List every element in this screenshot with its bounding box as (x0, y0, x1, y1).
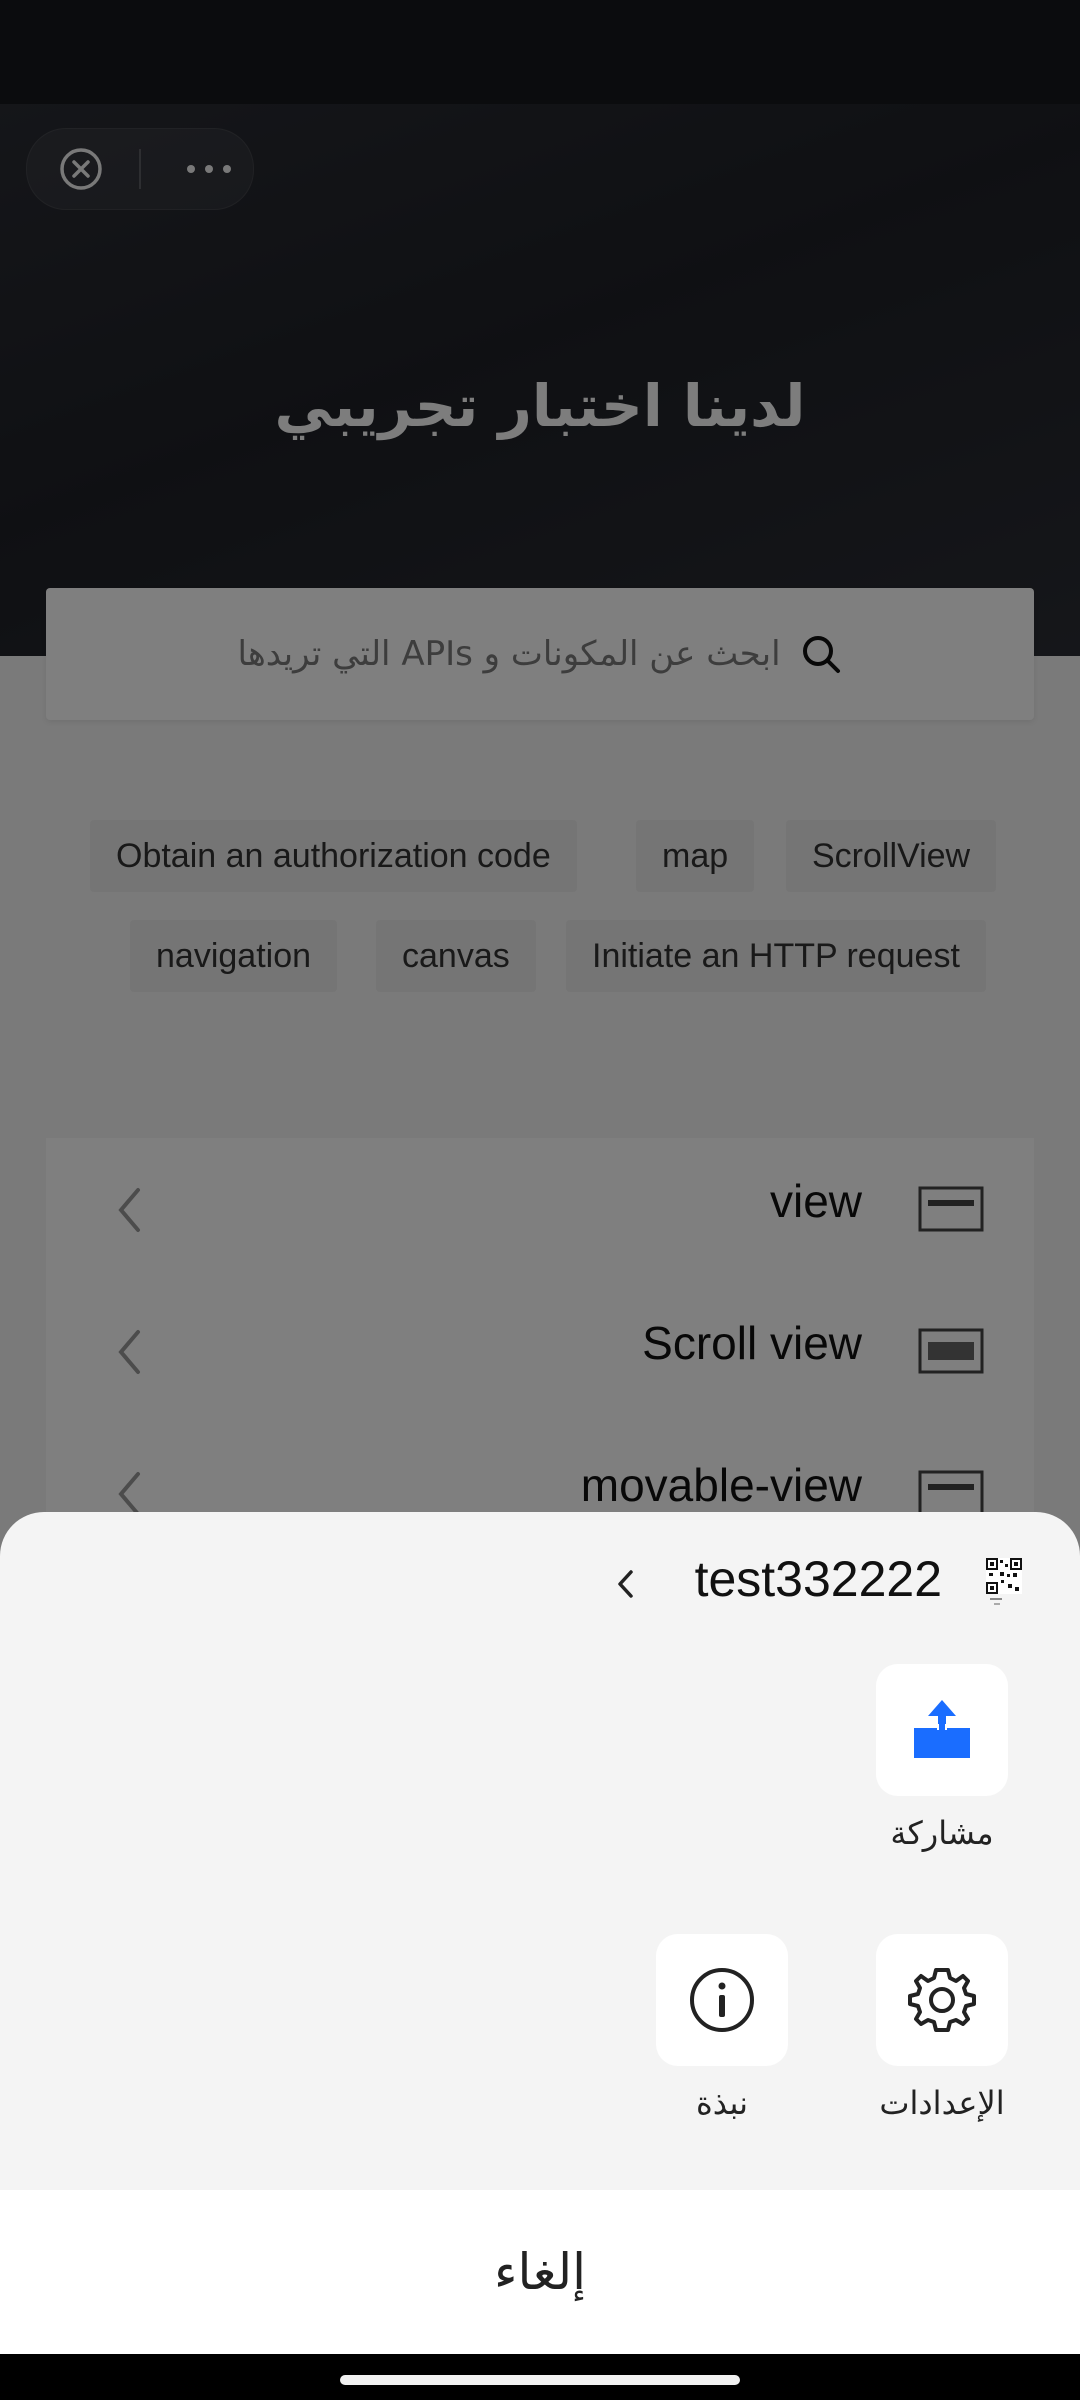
cancel-label: إلغاء (494, 2243, 586, 2301)
about-label: نبذة (695, 2084, 749, 2122)
settings-tile[interactable] (876, 1934, 1008, 2066)
home-indicator[interactable] (340, 2375, 740, 2385)
chevron-left-icon (618, 1570, 633, 1598)
about-action[interactable]: نبذة (656, 1934, 788, 2122)
settings-action[interactable]: الإعدادات (876, 1934, 1008, 2122)
share-label: مشاركة (890, 1814, 994, 1852)
info-icon (690, 1968, 754, 2032)
share-tile[interactable] (876, 1664, 1008, 1796)
qr-code-icon (986, 1558, 1022, 1605)
miniprogram-name: test332222 (694, 1551, 942, 1607)
gear-icon (908, 1968, 976, 2032)
share-upload-icon (914, 1700, 970, 1758)
about-tile[interactable] (656, 1934, 788, 2066)
cancel-button[interactable]: إلغاء (0, 2190, 1080, 2354)
settings-label: الإعدادات (879, 2084, 1005, 2122)
sheet-header[interactable]: test332222 (0, 1512, 1080, 1652)
share-action[interactable]: مشاركة (876, 1664, 1008, 1852)
